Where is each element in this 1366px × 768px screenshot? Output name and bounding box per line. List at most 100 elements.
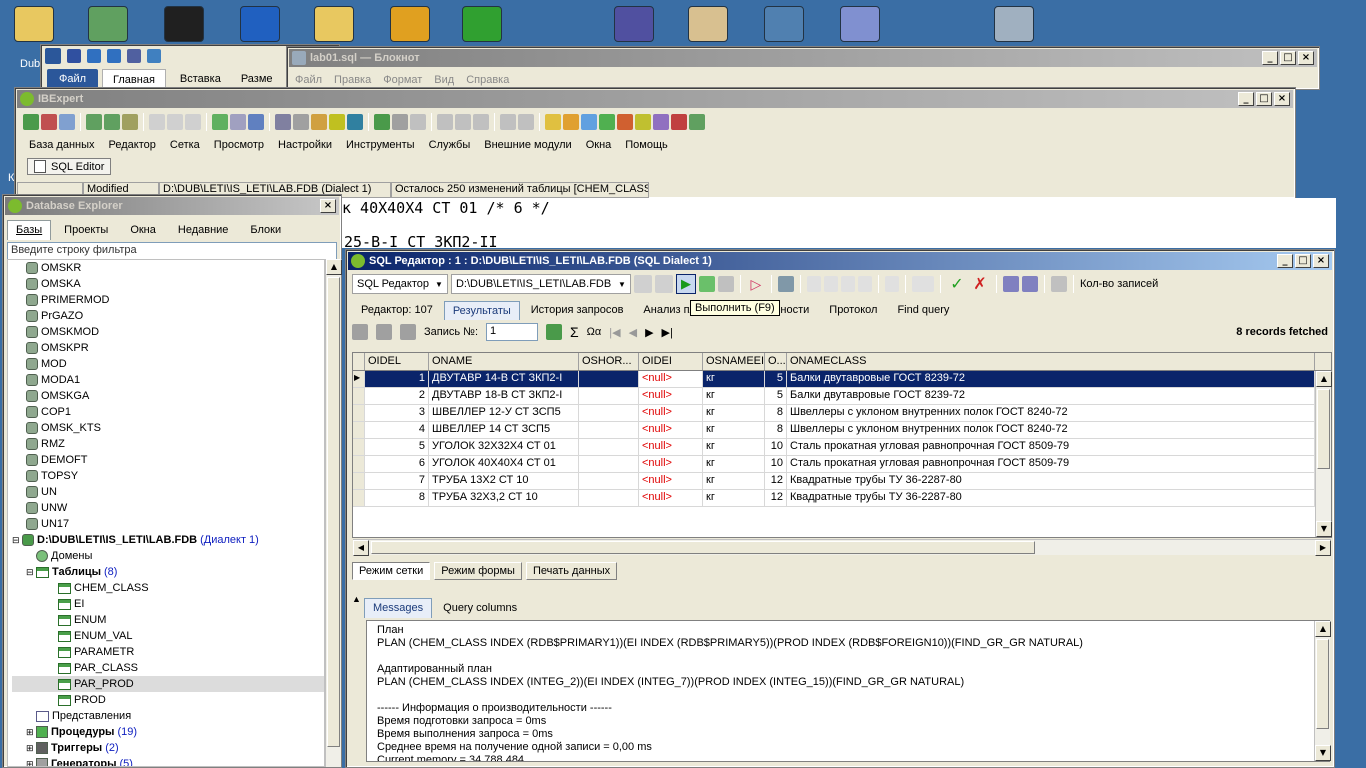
toolbar-icon[interactable] [149, 114, 165, 130]
table-row[interactable]: 8 ТРУБА 32Х3,2 СТ 10 <null> кг 12 Квадратные … [353, 490, 1331, 507]
column-header[interactable]: ONAMECLASS [787, 353, 1315, 370]
notepad-icon[interactable] [840, 6, 880, 42]
table-cell[interactable]: 5 [765, 388, 787, 404]
messages-scrollbar[interactable]: ▲ ▼ [1314, 621, 1331, 761]
table-cell[interactable]: 10 [765, 439, 787, 455]
table-cell[interactable] [579, 473, 639, 489]
rollback-icon[interactable]: ✗ [970, 274, 990, 294]
doc-icon[interactable] [823, 276, 838, 292]
table-cell[interactable]: 10 [765, 456, 787, 472]
stop-icon[interactable]: ▷ [747, 276, 765, 293]
folder2-icon[interactable] [314, 6, 354, 42]
tree-item-database[interactable]: UN [12, 484, 324, 500]
table-row[interactable]: 6 УГОЛОК 40Х40Х4 СТ 01 <null> кг 10 Сталь про… [353, 456, 1331, 473]
tree-item-generators[interactable]: ⊞ Генераторы (5) [12, 756, 324, 766]
menu-item[interactable]: Инструменты [346, 139, 415, 151]
table-cell[interactable]: ТРУБА 32Х3,2 СТ 10 [429, 490, 579, 506]
table-cell[interactable]: кг [703, 439, 765, 455]
table-cell[interactable]: кг [703, 456, 765, 472]
toolbar-icon[interactable] [581, 114, 597, 130]
menu-item[interactable]: Внешние модули [484, 139, 571, 151]
toolbar-icon[interactable] [86, 114, 102, 130]
last-record-icon[interactable]: ▶| [662, 326, 673, 339]
table-cell[interactable]: кг [703, 422, 765, 438]
info-icon[interactable] [240, 6, 280, 42]
toolbar-icon[interactable] [329, 114, 345, 130]
next-record-icon[interactable]: ▶ [645, 326, 653, 339]
toolbar-icon[interactable] [437, 114, 453, 130]
menu-item[interactable]: Просмотр [214, 139, 264, 151]
sql-editor-tab[interactable]: Протокол [820, 300, 886, 320]
table-cell[interactable]: ДВУТАВР 14-В СТ ЗКП2-I [429, 371, 579, 387]
execute-button[interactable]: ▶ [675, 274, 696, 294]
sql-editor-tab[interactable]: История запросов [522, 300, 633, 320]
tree-item-active-database[interactable]: ⊟ D:\DUB\LETI\IS_LETI\LAB.FDB (Диалект 1) [12, 532, 324, 548]
grid-icon[interactable] [376, 324, 392, 340]
tree-item-database[interactable]: MODA1 [12, 372, 324, 388]
view-mode-tab[interactable]: Режим сетки [352, 562, 431, 580]
table-cell[interactable]: 8 [365, 490, 429, 506]
undo-icon[interactable] [87, 49, 101, 63]
folder-icon[interactable] [14, 6, 54, 42]
script-icon[interactable] [717, 276, 734, 292]
table-cell[interactable]: кг [703, 388, 765, 404]
tree-item-database[interactable]: PRIMERMOD [12, 292, 324, 308]
table-cell[interactable]: 5 [365, 439, 429, 455]
toolbar-icon[interactable] [230, 114, 246, 130]
notepad-menu-item[interactable]: Формат [383, 74, 422, 86]
tree-item-table[interactable]: CHEM_CLASS [12, 580, 324, 596]
tree-item-database[interactable]: OMSKMOD [12, 324, 324, 340]
tree-item-table[interactable]: PAR_PROD [12, 676, 324, 692]
explorer-scrollbar[interactable]: ▲ [325, 259, 342, 767]
prev-icon[interactable] [633, 275, 652, 293]
tree-item-database[interactable]: OMSKGA [12, 388, 324, 404]
table-cell[interactable]: 12 [765, 490, 787, 506]
toolbar-icon[interactable] [545, 114, 561, 130]
sum-icon[interactable]: Σ [570, 324, 579, 340]
table-row[interactable]: 2 ДВУТАВР 18-В СТ ЗКП2-I <null> кг 5 Балки дв… [353, 388, 1331, 405]
globe-icon[interactable] [462, 6, 502, 42]
menu-item[interactable]: Редактор [109, 139, 156, 151]
table-cell[interactable]: Сталь прокатная угловая равнопрочная ГОС… [787, 439, 1315, 455]
table-cell[interactable]: Балки двутавровые ГОСТ 8239-72 [787, 388, 1315, 404]
tree-item-tables[interactable]: ⊟ Таблицы (8) [12, 564, 324, 580]
table-row[interactable]: 7 ТРУБА 13Х2 СТ 10 <null> кг 12 Квадратные тр… [353, 473, 1331, 490]
commit-icon[interactable]: ✓ [947, 274, 967, 294]
menu-item[interactable]: База данных [29, 139, 95, 151]
tree-item-table[interactable]: ENUM_VAL [12, 628, 324, 644]
spell-icon[interactable] [147, 49, 161, 63]
table-cell[interactable]: УГОЛОК 40Х40Х4 СТ 01 [429, 456, 579, 472]
table-cell[interactable]: ТРУБА 13Х2 СТ 10 [429, 473, 579, 489]
toolbar-icon[interactable] [455, 114, 471, 130]
close-button[interactable]: × [1313, 254, 1329, 268]
menu-item[interactable]: Помощь [625, 139, 668, 151]
toolbar-icon[interactable] [374, 114, 390, 130]
toolbar-icon[interactable] [185, 114, 201, 130]
notepad-menu-item[interactable]: Файл [295, 74, 322, 86]
table-cell[interactable]: <null> [639, 405, 703, 421]
tree-item-table[interactable]: EI [12, 596, 324, 612]
table-cell[interactable]: ДВУТАВР 18-В СТ ЗКП2-I [429, 388, 579, 404]
message-tab[interactable]: Query columns [434, 598, 526, 618]
collapse-icon[interactable]: ⊟ [26, 564, 36, 580]
table-cell[interactable]: 1 [365, 371, 429, 387]
oq-icon[interactable]: Ωα [587, 326, 602, 338]
close-button[interactable]: × [1274, 92, 1290, 106]
message-tab[interactable]: Messages [364, 598, 433, 618]
editor-dropdown[interactable]: SQL Редактор ▼ [352, 274, 448, 294]
tree-item-database[interactable]: OMSKA [12, 276, 324, 292]
grid-table-icon[interactable] [546, 324, 563, 340]
table-cell[interactable]: <null> [639, 473, 703, 489]
toolbar-icon[interactable] [518, 114, 534, 130]
menu-item[interactable]: Сетка [170, 139, 200, 151]
tree-item-database[interactable]: OMSKR [12, 260, 324, 276]
toolbar-icon[interactable] [212, 114, 228, 130]
tree-item-database[interactable]: COP1 [12, 404, 324, 420]
sql-editor-tab[interactable]: Find query [888, 300, 958, 320]
execute-step-icon[interactable] [698, 276, 715, 292]
expand-icon[interactable]: ⊞ [26, 756, 36, 766]
table-cell[interactable]: Квадратные трубы ТУ 36-2287-80 [787, 473, 1315, 489]
tree-item-database[interactable]: DEMOFT [12, 452, 324, 468]
vs-icon[interactable] [614, 6, 654, 42]
app-icon[interactable] [390, 6, 430, 42]
